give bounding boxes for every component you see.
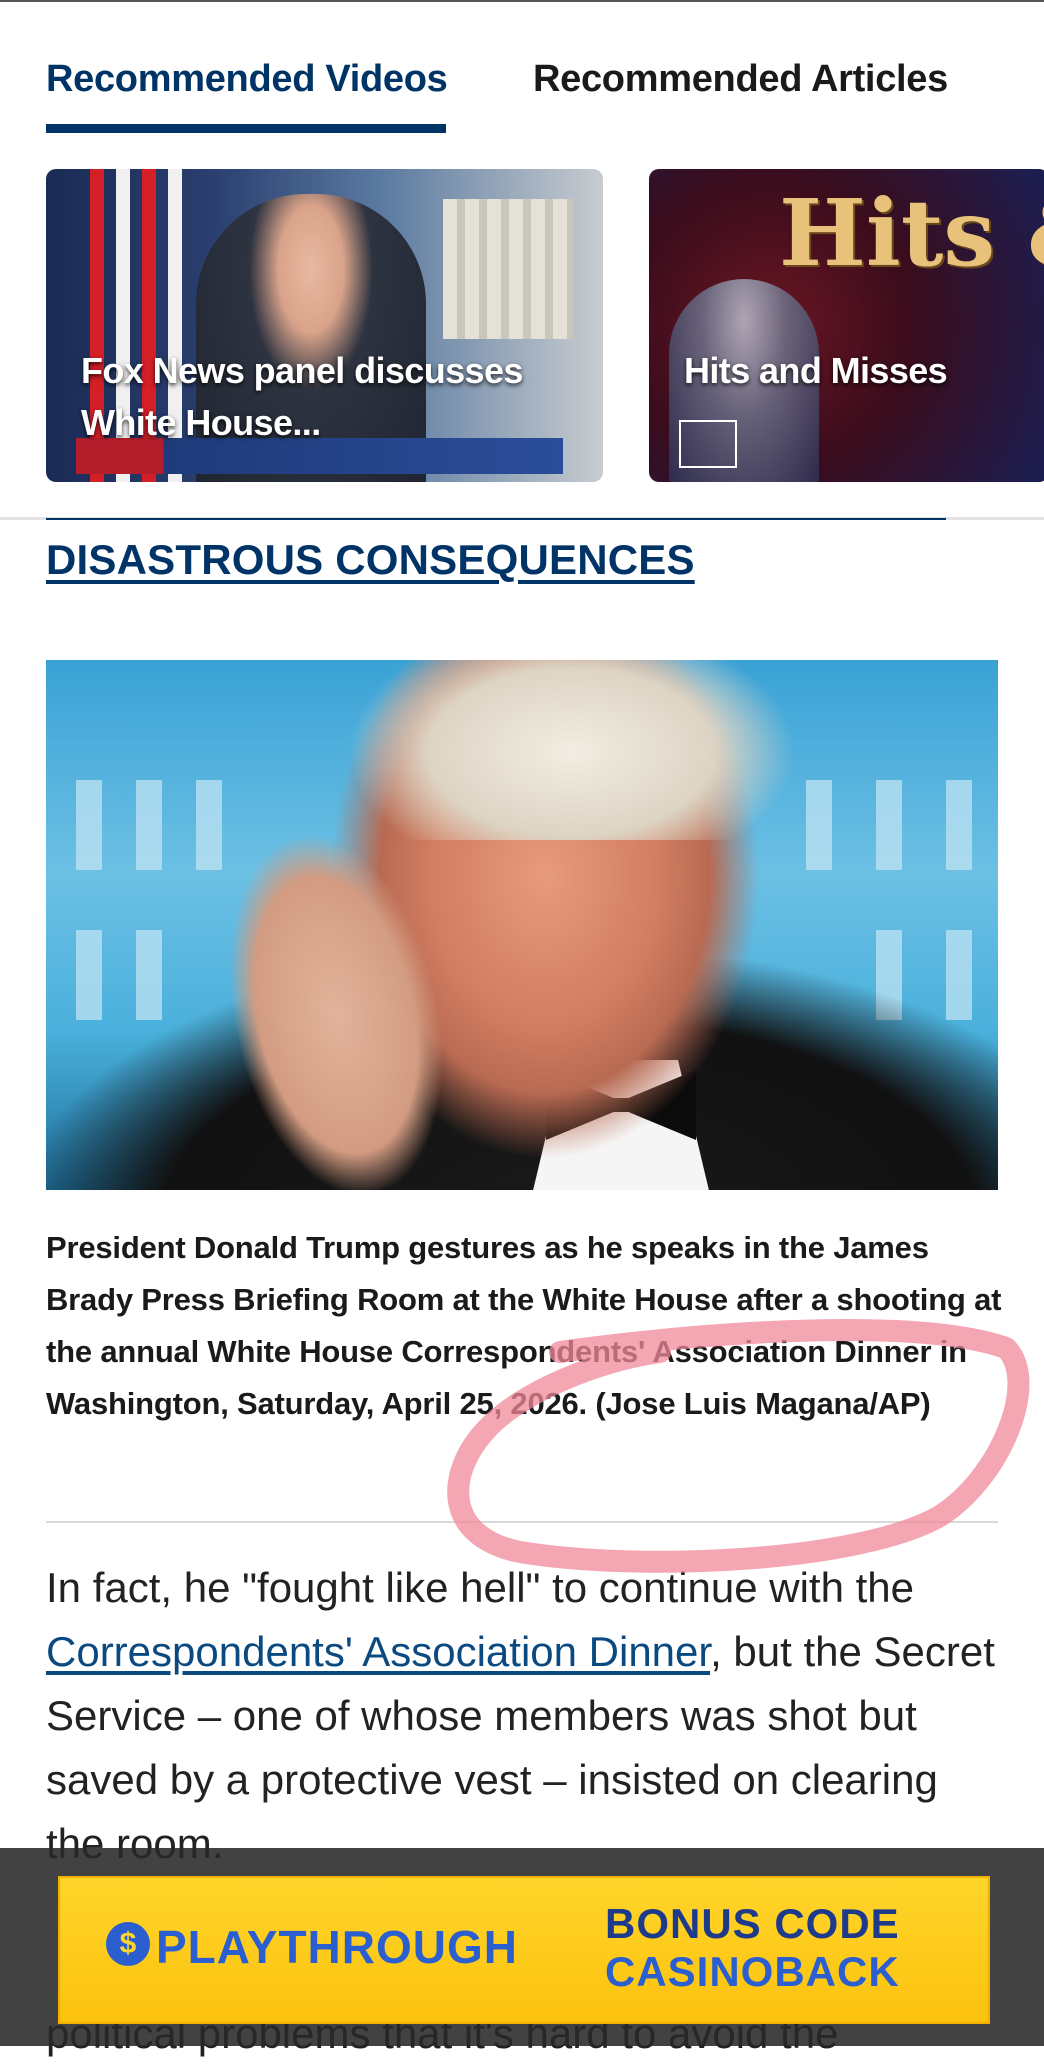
tab-recommended-videos[interactable]: Recommended Videos bbox=[46, 58, 448, 101]
casino-ad-banner[interactable]: $ PLAYTHROUGH BONUS CODE CASINOBACK bbox=[58, 1876, 990, 2024]
photo-caption: President Donald Trump gestures as he sp… bbox=[46, 1230, 1002, 1421]
top-border bbox=[0, 0, 1044, 2]
video-thumbnail-graphic-text: Hits & Misses bbox=[779, 179, 1044, 287]
section-divider-accent bbox=[46, 518, 946, 520]
active-tab-indicator bbox=[46, 124, 446, 133]
article-subheadline-link[interactable]: DISASTROUS CONSEQUENCES bbox=[46, 536, 695, 584]
photo-hair bbox=[346, 660, 796, 840]
ad-brand-name: PLAYTHROUGH bbox=[156, 1921, 518, 1973]
fox-news-logo bbox=[679, 420, 737, 468]
correspondents-dinner-link[interactable]: Correspondents' Association Dinner bbox=[46, 1628, 710, 1675]
paragraph-text: In fact, he "fought like hell" to contin… bbox=[46, 1564, 915, 1611]
video-title[interactable]: Fox News panel discusses White House... bbox=[81, 345, 551, 449]
video-card[interactable]: Fox News panel discusses White House... bbox=[46, 169, 603, 482]
background-window bbox=[76, 780, 102, 870]
article-photo bbox=[46, 660, 998, 1190]
caption-divider bbox=[46, 1521, 998, 1523]
video-card[interactable]: Hits & Misses Hits and Misses bbox=[649, 169, 1044, 482]
ad-bonus-code: CASINOBACK bbox=[605, 1948, 900, 1995]
playthrough-logo-icon: $ bbox=[106, 1922, 150, 1966]
background-window bbox=[946, 780, 972, 870]
tab-recommended-articles[interactable]: Recommended Articles bbox=[533, 58, 948, 101]
article-paragraph: In fact, he "fought like hell" to contin… bbox=[46, 1556, 1006, 1876]
video-title[interactable]: Hits and Misses bbox=[684, 345, 1024, 397]
video-thumbnail-building bbox=[443, 199, 573, 339]
ad-bonus-label: BONUS CODE bbox=[605, 1900, 900, 1947]
background-window bbox=[136, 780, 162, 870]
background-window bbox=[876, 780, 902, 870]
